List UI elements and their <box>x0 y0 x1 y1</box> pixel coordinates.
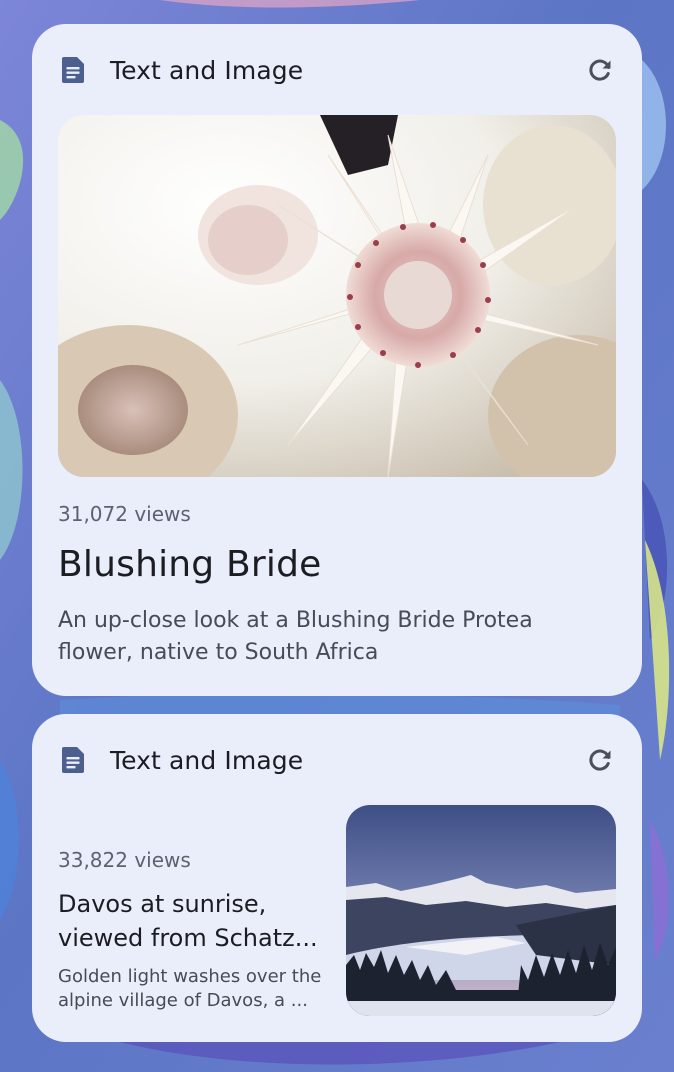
headline[interactable]: Davos at sunrise, viewed from Schatz... <box>58 887 338 955</box>
description: Golden light washes over the alpine vill… <box>58 966 322 1011</box>
refresh-icon <box>589 59 611 81</box>
view-count: 33,822 views <box>58 848 191 872</box>
document-icon <box>58 55 88 85</box>
refresh-icon <box>589 749 611 771</box>
description: An up-close look at a Blushing Bride Pro… <box>58 608 533 665</box>
widget-title: Text and Image <box>110 55 304 85</box>
refresh-button[interactable] <box>582 742 618 778</box>
protea-flower-photo[interactable] <box>58 115 616 477</box>
view-count: 31,072 views <box>58 502 191 526</box>
text-image-widget[interactable]: Text and Image 33,822 views Davos at sun… <box>32 714 642 1042</box>
widget-title: Text and Image <box>110 745 304 775</box>
davos-sunrise-photo[interactable] <box>346 805 616 1016</box>
text-image-widget[interactable]: Text and Image 31,072 views Blushing Bri… <box>32 24 642 696</box>
widget-header: Text and Image <box>58 54 618 86</box>
refresh-button[interactable] <box>582 52 618 88</box>
widget-header: Text and Image <box>58 744 618 776</box>
document-icon <box>58 745 88 775</box>
headline[interactable]: Blushing Bride <box>58 544 322 585</box>
